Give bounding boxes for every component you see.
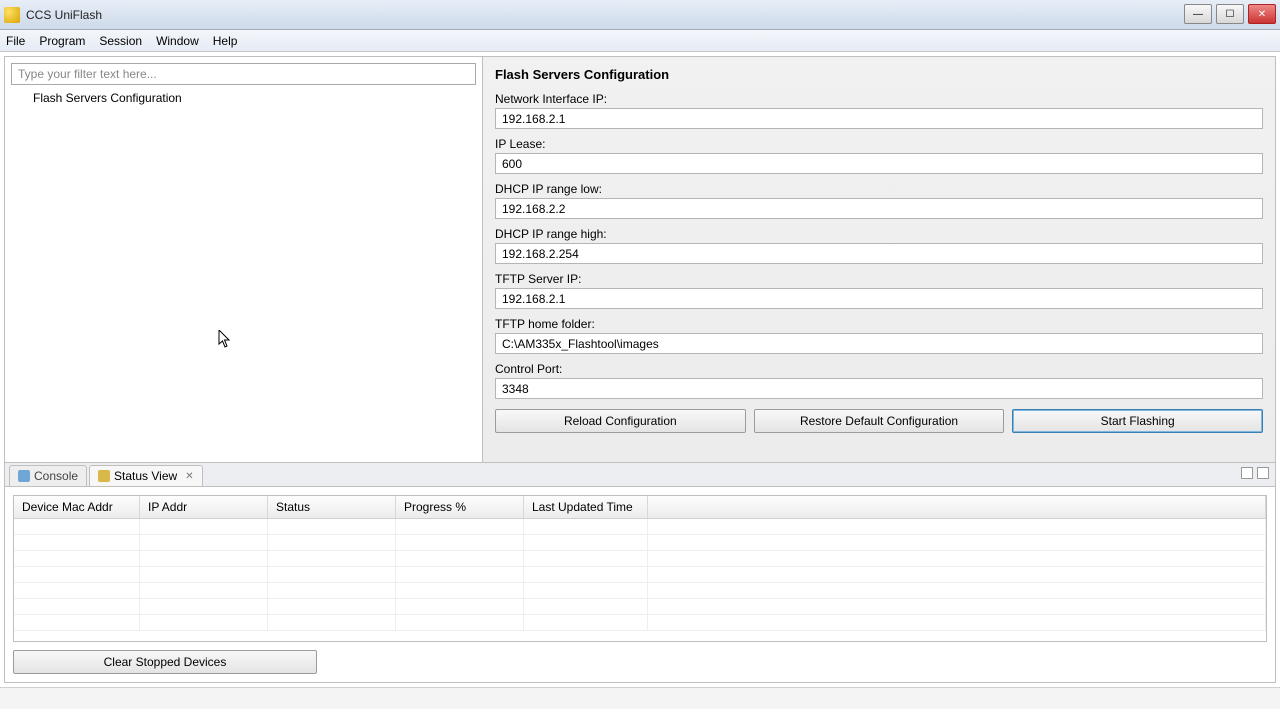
config-panel: Flash Servers Configuration Network Inte…: [483, 57, 1275, 462]
col-progress[interactable]: Progress %: [396, 496, 524, 518]
menubar: File Program Session Window Help: [0, 30, 1280, 52]
label-control-port: Control Port:: [495, 362, 1263, 376]
reload-config-button[interactable]: Reload Configuration: [495, 409, 746, 433]
status-table: Device Mac Addr IP Addr Status Progress …: [13, 495, 1267, 642]
table-body: [14, 519, 1266, 631]
label-dhcp-high: DHCP IP range high:: [495, 227, 1263, 241]
input-tftp-ip[interactable]: [495, 288, 1263, 309]
maximize-button[interactable]: ☐: [1216, 4, 1244, 24]
menu-file[interactable]: File: [6, 34, 25, 48]
col-spacer: [648, 496, 1266, 518]
input-control-port[interactable]: [495, 378, 1263, 399]
maximize-view-button[interactable]: [1257, 467, 1269, 479]
close-tab-icon[interactable]: ✕: [185, 471, 193, 482]
minimize-button[interactable]: —: [1184, 4, 1212, 24]
lower-panel: Console Status View ✕ Device Mac Addr IP…: [5, 462, 1275, 682]
minimize-view-button[interactable]: [1241, 467, 1253, 479]
tab-console-label: Console: [34, 469, 78, 483]
tab-status-view[interactable]: Status View ✕: [89, 465, 203, 486]
label-network-interface-ip: Network Interface IP:: [495, 92, 1263, 106]
table-row: [14, 583, 1266, 599]
input-tftp-home[interactable]: [495, 333, 1263, 354]
table-row: [14, 615, 1266, 631]
col-ip-addr[interactable]: IP Addr: [140, 496, 268, 518]
config-heading: Flash Servers Configuration: [495, 67, 1263, 82]
menu-program[interactable]: Program: [39, 34, 85, 48]
status-view-icon: [98, 470, 110, 482]
tab-status-view-label: Status View: [114, 469, 177, 483]
label-tftp-home: TFTP home folder:: [495, 317, 1263, 331]
window-title: CCS UniFlash: [26, 8, 102, 22]
workarea: Flash Servers Configuration Flash Server…: [4, 56, 1276, 683]
table-row: [14, 535, 1266, 551]
app-icon: [4, 7, 20, 23]
titlebar: CCS UniFlash — ☐ ✕: [0, 0, 1280, 30]
tab-console[interactable]: Console: [9, 465, 87, 486]
input-ip-lease[interactable]: [495, 153, 1263, 174]
input-network-interface-ip[interactable]: [495, 108, 1263, 129]
menu-help[interactable]: Help: [213, 34, 238, 48]
close-button[interactable]: ✕: [1248, 4, 1276, 24]
col-updated[interactable]: Last Updated Time: [524, 496, 648, 518]
statusbar: [0, 687, 1280, 709]
label-tftp-ip: TFTP Server IP:: [495, 272, 1263, 286]
table-row: [14, 519, 1266, 535]
input-dhcp-low[interactable]: [495, 198, 1263, 219]
col-status[interactable]: Status: [268, 496, 396, 518]
menu-session[interactable]: Session: [99, 34, 142, 48]
input-dhcp-high[interactable]: [495, 243, 1263, 264]
clear-stopped-devices-button[interactable]: Clear Stopped Devices: [13, 650, 317, 674]
menu-window[interactable]: Window: [156, 34, 199, 48]
tree-item-flash-servers[interactable]: Flash Servers Configuration: [11, 85, 476, 105]
label-ip-lease: IP Lease:: [495, 137, 1263, 151]
tabstrip: Console Status View ✕: [5, 463, 1275, 487]
filter-input[interactable]: [11, 63, 476, 85]
label-dhcp-low: DHCP IP range low:: [495, 182, 1263, 196]
start-flashing-button[interactable]: Start Flashing: [1012, 409, 1263, 433]
table-row: [14, 551, 1266, 567]
navigator-panel: Flash Servers Configuration: [5, 57, 483, 462]
col-device-mac[interactable]: Device Mac Addr: [14, 496, 140, 518]
console-icon: [18, 470, 30, 482]
table-row: [14, 599, 1266, 615]
restore-default-button[interactable]: Restore Default Configuration: [754, 409, 1005, 433]
table-row: [14, 567, 1266, 583]
